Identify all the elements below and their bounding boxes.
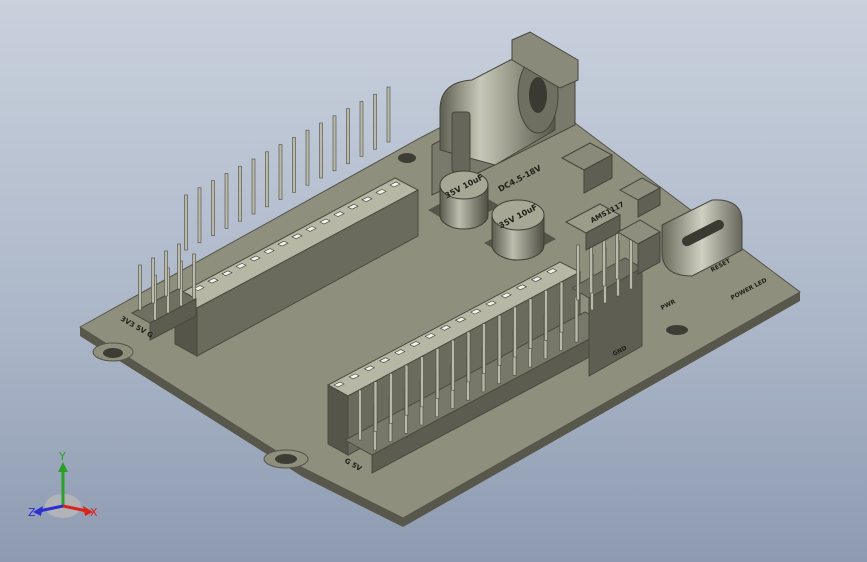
header-pin [466,331,471,383]
axis-y-label: Y [58,450,66,463]
header-pin [164,250,168,297]
header-pin [386,86,391,143]
header-pin [211,180,215,236]
header-pin [420,356,424,408]
header-pin [332,115,337,172]
header-pin [238,165,242,222]
axis-triad: Y X Z [28,450,98,519]
header-pin [151,257,155,304]
header-pin [389,373,393,424]
header-pin [192,253,196,300]
pcb-3d-model[interactable]: 35V 10uF 35V 10uF AMS1117 DC4.5-18V PWR … [0,0,867,562]
header-pin [576,244,580,301]
axis-x-label: X [90,506,98,519]
cad-viewport[interactable]: 35V 10uF 35V 10uF AMS1117 DC4.5-18V PWR … [0,0,867,562]
header-pin [373,381,378,433]
mounting-hole [103,348,123,358]
header-pin [346,108,350,164]
axis-z-label: Z [28,506,36,519]
header-pin [358,389,362,441]
header-pin [251,158,256,215]
header-pin [574,296,579,343]
header-pin [404,364,409,416]
header-pin [197,187,202,244]
header-pin [513,306,517,358]
header-pin [497,314,502,366]
header-pin [278,144,283,200]
header-pin [435,348,440,399]
header-pin [559,281,564,333]
mounting-hole [398,153,416,163]
header-pin [373,93,377,150]
header-pin [319,122,323,179]
header-pin [629,233,633,290]
header-pin [451,339,455,391]
header-pin [482,323,486,374]
mounting-hole [275,454,297,464]
header-pin [224,173,229,229]
header-pin [292,137,296,193]
header-pin [265,151,269,208]
header-pin [359,101,364,157]
header-pin [177,243,181,290]
header-pin [544,290,548,341]
header-pin [138,264,142,311]
header-pin [184,194,188,251]
header-pin [305,129,310,186]
mounting-hole [666,325,688,335]
header-pin [528,298,533,350]
